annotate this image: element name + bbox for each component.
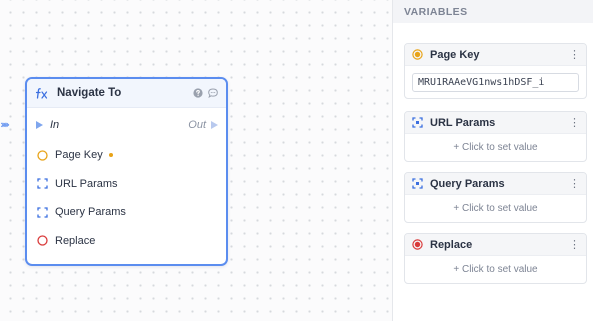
node-title: Navigate To bbox=[57, 87, 122, 99]
comment-icon[interactable] bbox=[208, 88, 218, 98]
variable-card-replace: Replace ⋮ + Click to set value bbox=[404, 233, 587, 284]
input-port[interactable]: In bbox=[36, 119, 188, 131]
card-title: Replace bbox=[430, 238, 473, 251]
port-label: Query Params bbox=[55, 206, 126, 219]
kebab-menu-icon[interactable]: ⋮ bbox=[569, 239, 580, 250]
card-header: Query Params ⋮ bbox=[405, 173, 586, 195]
page-key-input[interactable]: MRU1RAAeVG1nws1hDSF_i bbox=[412, 73, 579, 92]
panel-heading: VARIABLES bbox=[393, 0, 593, 23]
port-query-params[interactable]: Query Params bbox=[27, 198, 226, 227]
variable-card-page-key: Page Key ⋮ MRU1RAAeVG1nws1hDSF_i bbox=[404, 43, 587, 99]
port-url-params[interactable]: URL Params bbox=[27, 170, 226, 199]
circle-outline-icon bbox=[37, 150, 48, 161]
kebab-menu-icon[interactable]: ⋮ bbox=[569, 178, 580, 189]
help-icon[interactable] bbox=[193, 88, 203, 98]
output-label: Out bbox=[188, 118, 206, 131]
incoming-edge: ››››› bbox=[0, 118, 10, 131]
card-title: Query Params bbox=[430, 177, 505, 190]
card-header: Replace ⋮ bbox=[405, 234, 586, 256]
play-icon bbox=[36, 120, 43, 129]
variables-panel: VARIABLES Page Key ⋮ MRU1RAAeVG1nws1hDSF… bbox=[392, 0, 593, 321]
port-label: Page Key bbox=[55, 149, 103, 162]
required-indicator bbox=[108, 153, 113, 158]
filled-circle-icon bbox=[412, 49, 423, 60]
card-title: URL Params bbox=[430, 116, 496, 129]
output-port[interactable]: Out bbox=[188, 119, 218, 131]
card-title: Page Key bbox=[430, 48, 480, 61]
function-icon bbox=[35, 87, 48, 100]
card-header: Page Key ⋮ bbox=[405, 44, 586, 66]
node-io-row: In Out bbox=[27, 108, 226, 141]
port-label: URL Params bbox=[55, 177, 118, 190]
port-replace[interactable]: Replace bbox=[27, 227, 226, 256]
port-label: Replace bbox=[55, 234, 96, 247]
brackets-icon bbox=[37, 207, 48, 218]
set-value-button[interactable]: + Click to set value bbox=[405, 134, 586, 161]
kebab-menu-icon[interactable]: ⋮ bbox=[569, 49, 580, 60]
circle-outline-icon bbox=[37, 235, 48, 246]
brackets-icon bbox=[412, 178, 423, 189]
port-page-key[interactable]: Page Key bbox=[27, 141, 226, 170]
variable-card-query-params: Query Params ⋮ + Click to set value bbox=[404, 172, 587, 223]
node-header[interactable]: Navigate To bbox=[27, 79, 226, 108]
filled-circle-icon bbox=[412, 239, 423, 250]
brackets-icon bbox=[37, 178, 48, 189]
kebab-menu-icon[interactable]: ⋮ bbox=[569, 117, 580, 128]
set-value-button[interactable]: + Click to set value bbox=[405, 195, 586, 222]
navigate-to-node[interactable]: Navigate To In Out Page Key URL Params Q… bbox=[25, 77, 228, 266]
input-label: In bbox=[50, 118, 60, 131]
set-value-button[interactable]: + Click to set value bbox=[405, 256, 586, 283]
flow-canvas[interactable]: ››››› Navigate To In Out Page Key URL Pa… bbox=[0, 0, 392, 321]
brackets-icon bbox=[412, 117, 423, 128]
play-icon bbox=[211, 120, 218, 129]
variable-card-url-params: URL Params ⋮ + Click to set value bbox=[404, 111, 587, 162]
card-header: URL Params ⋮ bbox=[405, 112, 586, 134]
